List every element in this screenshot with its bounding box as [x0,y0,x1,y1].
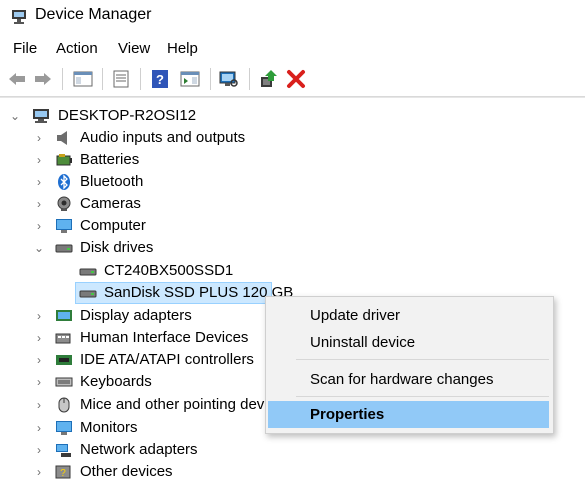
tree-item-label: Bluetooth [80,173,144,190]
ide-controller-icon [56,355,72,365]
forward-icon[interactable] [32,68,54,90]
unknown-device-icon: ? [55,465,71,479]
menu-item-scan-hardware[interactable]: Scan for hardware changes [268,366,549,393]
chevron-right-icon[interactable]: › [34,439,44,461]
chevron-right-icon[interactable]: › [34,461,44,483]
toolbar-separator [249,68,250,90]
chevron-right-icon[interactable]: › [34,193,44,215]
camera-icon [57,196,71,211]
tree-item-label: Computer [80,217,146,234]
drive-icon [79,268,97,276]
toolbar: ? [0,62,585,97]
chevron-right-icon[interactable]: › [34,327,44,349]
speaker-icon [57,131,67,145]
chevron-right-icon[interactable]: › [34,305,44,327]
tree-item-audio[interactable]: › Audio inputs and outputs [0,127,585,149]
context-menu: Update driver Uninstall device Scan for … [265,296,554,434]
tree-item-cameras[interactable]: › Cameras [0,193,585,215]
show-hide-console-tree-icon[interactable] [72,68,94,90]
device-manager-icon [12,10,26,24]
title-bar: Device Manager [0,0,585,34]
tree-item-label: Keyboards [80,373,152,390]
window-title: Device Manager [35,6,152,23]
battery-icon [56,154,72,166]
tree-item-label: Human Interface Devices [80,329,249,346]
drive-icon [79,290,97,298]
drive-icon [55,244,73,253]
menu-item-update-driver[interactable]: Update driver [268,302,549,329]
chevron-right-icon[interactable]: › [34,127,44,149]
tree-item-network[interactable]: › Network adapters [0,439,585,461]
monitor-icon [56,421,72,435]
update-driver-icon[interactable] [257,68,279,90]
network-icon [56,444,71,457]
keyboard-icon [55,377,73,387]
menu-separator [296,396,549,397]
menu-view[interactable]: View [117,40,151,57]
tree-item-label: Mice and other pointing dev [80,396,265,413]
svg-text:?: ? [156,72,164,87]
tree-item-disk-drives[interactable]: ⌄ Disk drives [0,237,585,259]
tree-item-label: Monitors [80,419,138,436]
tree-item-label: CT240BX500SSD1 [104,262,234,279]
chevron-right-icon[interactable]: › [34,171,44,193]
chevron-right-icon[interactable]: › [34,371,44,393]
toolbar-separator [62,68,63,90]
chevron-down-icon[interactable]: ⌄ [34,237,44,259]
menu-file[interactable]: File [12,40,38,57]
tree-item-batteries[interactable]: › Batteries [0,149,585,171]
chevron-right-icon[interactable]: › [34,149,44,171]
chevron-right-icon[interactable]: › [34,349,44,371]
menu-item-properties[interactable]: Properties [268,401,549,428]
tree-root-label: DESKTOP-R2OSI12 [58,107,197,124]
chevron-right-icon[interactable]: › [34,394,44,416]
hid-icon [55,333,71,344]
tree-item-label: Other devices [80,463,173,480]
toolbar-separator [102,68,103,90]
uninstall-icon[interactable] [285,68,307,90]
tree-item-label: Network adapters [80,441,198,458]
svg-text:?: ? [60,468,66,479]
tree-item-disk[interactable]: CT240BX500SSD1 [0,260,585,282]
tree-item-label: Disk drives [80,239,154,256]
toolbar-separator [140,68,141,90]
tree-item-label: Cameras [80,195,141,212]
chevron-down-icon[interactable]: ⌄ [10,105,20,127]
monitor-icon [56,219,72,233]
properties-icon[interactable] [110,68,132,90]
menu-item-uninstall-device[interactable]: Uninstall device [268,329,549,356]
tree-item-bluetooth[interactable]: › Bluetooth [0,171,585,193]
tree-item-computer[interactable]: › Computer [0,215,585,237]
mouse-icon [58,397,70,413]
back-icon[interactable] [6,68,28,90]
tree-item-label: IDE ATA/ATAPI controllers [80,351,254,368]
tree-item-label: Audio inputs and outputs [80,129,246,146]
display-adapter-icon [56,310,72,321]
scan-hardware-icon[interactable] [218,68,240,90]
tree-root[interactable]: ⌄ DESKTOP-R2OSI12 [0,105,585,127]
bluetooth-icon [58,174,70,190]
menu-separator [296,359,549,360]
tree-item-other[interactable]: › ? Other devices [0,461,585,483]
chevron-right-icon[interactable]: › [34,215,44,237]
action-pane-icon[interactable] [179,68,201,90]
menu-bar: File Action View Help [0,38,585,62]
menu-action[interactable]: Action [55,40,99,57]
menu-help[interactable]: Help [166,40,199,57]
tree-item-label: Batteries [80,151,140,168]
chevron-right-icon[interactable]: › [34,417,44,439]
toolbar-separator [210,68,211,90]
help-icon[interactable]: ? [149,68,171,90]
tree-item-label: Display adapters [80,307,192,324]
computer-icon [33,109,49,123]
